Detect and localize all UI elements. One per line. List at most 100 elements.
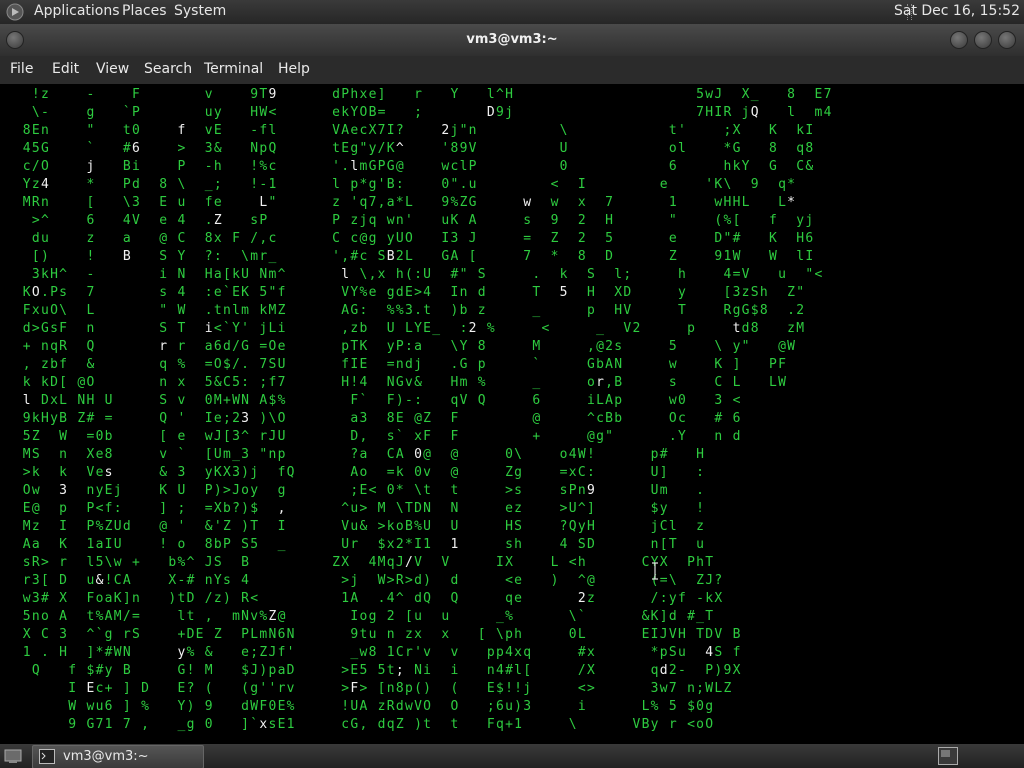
- rain-glyph: %: [177, 357, 186, 372]
- maximize-button[interactable]: [974, 31, 992, 49]
- rain-glyph: I: [577, 177, 586, 192]
- rain-glyph: ": [723, 231, 732, 246]
- rain-glyph: $: [241, 663, 249, 678]
- rain-glyph: z: [696, 519, 704, 534]
- rain-glyph: z: [741, 285, 750, 300]
- rain-glyph: s: [505, 537, 513, 552]
- rain-glyph: Y: [459, 339, 468, 354]
- gnome-foot-icon[interactable]: [6, 3, 24, 21]
- rain-glyph: d: [404, 357, 413, 372]
- rain-glyph: e: [241, 645, 249, 660]
- rain-glyph: H: [586, 285, 595, 300]
- rain-glyph: `: [222, 285, 231, 300]
- rain-glyph: c: [268, 159, 277, 174]
- terminal-area[interactable]: ! z - Fv 9 T 9 d Ph x e] r Yl ^ H 5 w J X _ 8 E 7 \ - g ` Pu y H W < e k Y…: [0, 84, 1024, 744]
- rain-glyph: g: [732, 303, 741, 318]
- rain-glyph: \: [450, 339, 459, 354]
- rain-glyph: ": [86, 123, 95, 138]
- rain-glyph: \: [104, 555, 113, 570]
- workspace-switcher-icon[interactable]: [938, 747, 958, 765]
- rain-glyph: U: [650, 465, 659, 480]
- rain-glyph: G: [459, 357, 468, 372]
- rain-glyph: b: [222, 501, 231, 516]
- rain-glyph: q: [778, 177, 786, 192]
- taskbar-button[interactable]: vm3@vm3:~: [32, 745, 204, 768]
- rain-glyph: F: [450, 411, 459, 426]
- rain-glyph: s: [386, 429, 395, 444]
- rain-glyph: L: [404, 249, 413, 264]
- minimize-button[interactable]: [950, 31, 968, 49]
- rain-glyph: q: [450, 393, 459, 408]
- rain-glyph: g: [514, 465, 522, 480]
- rain-glyph: l: [268, 123, 277, 138]
- rain-glyph: (: [414, 681, 422, 696]
- rain-glyph: o: [586, 375, 595, 390]
- rain-glyph: ]: [122, 681, 131, 696]
- rain-glyph: p: [495, 645, 504, 660]
- rain-glyph: u: [95, 699, 104, 714]
- rain-glyph: 0: [204, 393, 213, 408]
- rain-glyph: m: [814, 105, 823, 120]
- rain-glyph: ]: [732, 357, 741, 372]
- rain-glyph: V: [623, 321, 632, 336]
- rain-glyph: 0: [414, 447, 422, 462]
- rain-glyph: I: [495, 555, 504, 570]
- rain-glyph: %: [141, 699, 149, 714]
- clock[interactable]: Sat Dec 16, 15:52: [894, 3, 1020, 19]
- close-button[interactable]: [998, 31, 1016, 49]
- window-title-bar[interactable]: vm3@vm3:~: [0, 24, 1024, 56]
- rain-glyph: w: [86, 699, 95, 714]
- applications-menu[interactable]: Applications: [34, 3, 120, 19]
- rain-glyph: ,: [586, 339, 595, 354]
- rain-glyph: k: [22, 375, 31, 390]
- rain-glyph: .: [40, 645, 49, 660]
- rain-glyph: 1: [668, 195, 677, 210]
- menu-file[interactable]: File: [10, 61, 33, 77]
- places-menu[interactable]: Places: [122, 3, 167, 19]
- rain-glyph: K: [59, 537, 67, 552]
- rain-glyph: %: [486, 321, 495, 336]
- rain-glyph: O: [277, 411, 286, 426]
- rain-glyph: =: [386, 465, 395, 480]
- menu-view[interactable]: View: [96, 61, 129, 77]
- rain-glyph: P: [131, 105, 140, 120]
- rain-glyph: &: [359, 519, 368, 534]
- rain-glyph: p: [259, 141, 268, 156]
- rain-glyph: X: [168, 573, 177, 588]
- rain-glyph: T: [250, 519, 259, 534]
- rain-glyph: B: [614, 375, 623, 390]
- rain-glyph: !: [186, 663, 195, 678]
- rain-glyph: N: [286, 627, 295, 642]
- menu-help[interactable]: Help: [278, 61, 310, 77]
- rain-glyph: &: [86, 357, 95, 372]
- rain-glyph: N: [259, 267, 268, 282]
- rain-glyph: O: [450, 699, 459, 714]
- rain-glyph: ;: [250, 645, 259, 660]
- rain-glyph: ": [268, 285, 277, 300]
- rain-glyph: #: [104, 645, 113, 660]
- show-desktop-icon[interactable]: [4, 748, 22, 764]
- rain-glyph: ,: [368, 267, 377, 282]
- rain-glyph: U: [395, 231, 404, 246]
- rain-glyph: ]: [586, 501, 595, 516]
- system-menu[interactable]: System: [174, 3, 226, 19]
- menu-edit[interactable]: Edit: [52, 61, 79, 77]
- rain-glyph: (: [241, 681, 249, 696]
- rain-glyph: n: [222, 303, 231, 318]
- rain-glyph: `: [222, 321, 231, 336]
- rain-glyph: g: [368, 231, 377, 246]
- rain-glyph: <: [568, 555, 577, 570]
- rain-glyph: j: [505, 105, 513, 120]
- menu-terminal[interactable]: Terminal: [204, 61, 263, 77]
- rain-glyph: t: [423, 303, 431, 318]
- rain-glyph: p: [59, 501, 67, 516]
- rain-glyph: E: [486, 681, 495, 696]
- rain-glyph: E: [213, 123, 222, 138]
- menu-search[interactable]: Search: [144, 61, 192, 77]
- rain-glyph: 9: [250, 87, 259, 102]
- rain-glyph: _: [350, 645, 359, 660]
- rain-glyph: l: [796, 249, 805, 264]
- rain-glyph: =: [732, 267, 741, 282]
- rain-glyph: /: [577, 663, 586, 678]
- rain-glyph: 2: [441, 123, 450, 138]
